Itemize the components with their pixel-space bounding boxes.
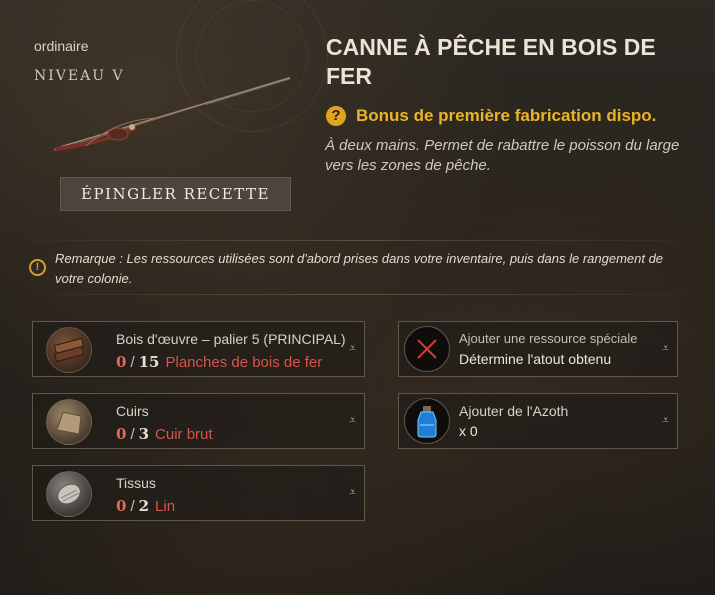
question-mark-icon[interactable]: ? bbox=[326, 106, 346, 126]
ingredient-name: Tissus bbox=[116, 475, 156, 491]
quantity-have: 0 bbox=[116, 425, 127, 443]
quantity-need: 15 bbox=[138, 353, 160, 371]
ingredient-name: Bois d'œuvre – palier 5 (PRINCIPAL) bbox=[116, 331, 346, 347]
ingredient-slot-cloth[interactable]: Tissus 0/2 Lin ⩡ bbox=[32, 465, 365, 521]
quantity-separator: / bbox=[130, 354, 135, 371]
chevron-down-icon[interactable]: ⩡ bbox=[662, 413, 669, 428]
azoth-slot[interactable]: Ajouter de l'Azoth x 0 ⩡ bbox=[398, 393, 678, 449]
resource-name: Lin bbox=[155, 498, 176, 515]
rarity-label: ordinaire bbox=[34, 38, 89, 54]
quantity-separator: / bbox=[130, 426, 135, 443]
special-resource-subtitle: Détermine l'atout obtenu bbox=[459, 351, 612, 367]
special-resource-title: Ajouter une ressource spéciale bbox=[459, 331, 638, 346]
azoth-title: Ajouter de l'Azoth bbox=[459, 403, 569, 419]
fishing-rod-icon bbox=[53, 76, 291, 152]
chevron-down-icon[interactable]: ⩡ bbox=[349, 485, 356, 500]
ingredient-slot-leather[interactable]: Cuirs 0/3 Cuir brut ⩡ bbox=[32, 393, 365, 449]
leather-icon bbox=[46, 399, 92, 445]
item-description: À deux mains. Permet de rabattre le pois… bbox=[325, 137, 680, 174]
ingredient-quantity: 0/3 Cuir brut bbox=[116, 425, 213, 443]
quantity-need: 2 bbox=[138, 497, 150, 515]
ingredient-slot-timber[interactable]: Bois d'œuvre – palier 5 (PRINCIPAL) 0/15… bbox=[32, 321, 365, 377]
resource-note: Remarque : Les ressources utilisées sont… bbox=[55, 251, 664, 286]
resource-name: Planches de bois de fer bbox=[165, 354, 323, 371]
pin-recipe-button[interactable]: ÉPINGLER RECETTE bbox=[60, 177, 291, 211]
first-craft-bonus: ? Bonus de première fabrication dispo. bbox=[326, 106, 656, 126]
resource-name: Cuir brut bbox=[155, 426, 213, 443]
ingredient-name: Cuirs bbox=[116, 403, 149, 419]
linen-icon bbox=[46, 471, 92, 517]
ingredient-quantity: 0/15 Planches de bois de fer bbox=[116, 353, 322, 371]
divider-bottom bbox=[32, 294, 682, 295]
quantity-have: 0 bbox=[116, 353, 127, 371]
bonus-text: Bonus de première fabrication dispo. bbox=[356, 106, 657, 125]
quantity-separator: / bbox=[130, 498, 135, 515]
chevron-down-icon[interactable]: ⩡ bbox=[662, 341, 669, 356]
azoth-vial-icon bbox=[404, 398, 450, 444]
planks-icon bbox=[46, 327, 92, 373]
azoth-count: x 0 bbox=[459, 423, 478, 439]
quantity-have: 0 bbox=[116, 497, 127, 515]
warning-icon: ! bbox=[29, 259, 46, 276]
empty-slot-x-icon bbox=[404, 326, 450, 372]
chevron-down-icon[interactable]: ⩡ bbox=[349, 341, 356, 356]
ingredient-quantity: 0/2 Lin bbox=[116, 497, 175, 515]
chevron-down-icon[interactable]: ⩡ bbox=[349, 413, 356, 428]
quantity-need: 3 bbox=[138, 425, 150, 443]
special-resource-slot[interactable]: Ajouter une ressource spéciale Détermine… bbox=[398, 321, 678, 377]
divider-top bbox=[32, 240, 682, 241]
item-title: CANNE À PÊCHE EN BOIS DE FER bbox=[326, 34, 656, 89]
